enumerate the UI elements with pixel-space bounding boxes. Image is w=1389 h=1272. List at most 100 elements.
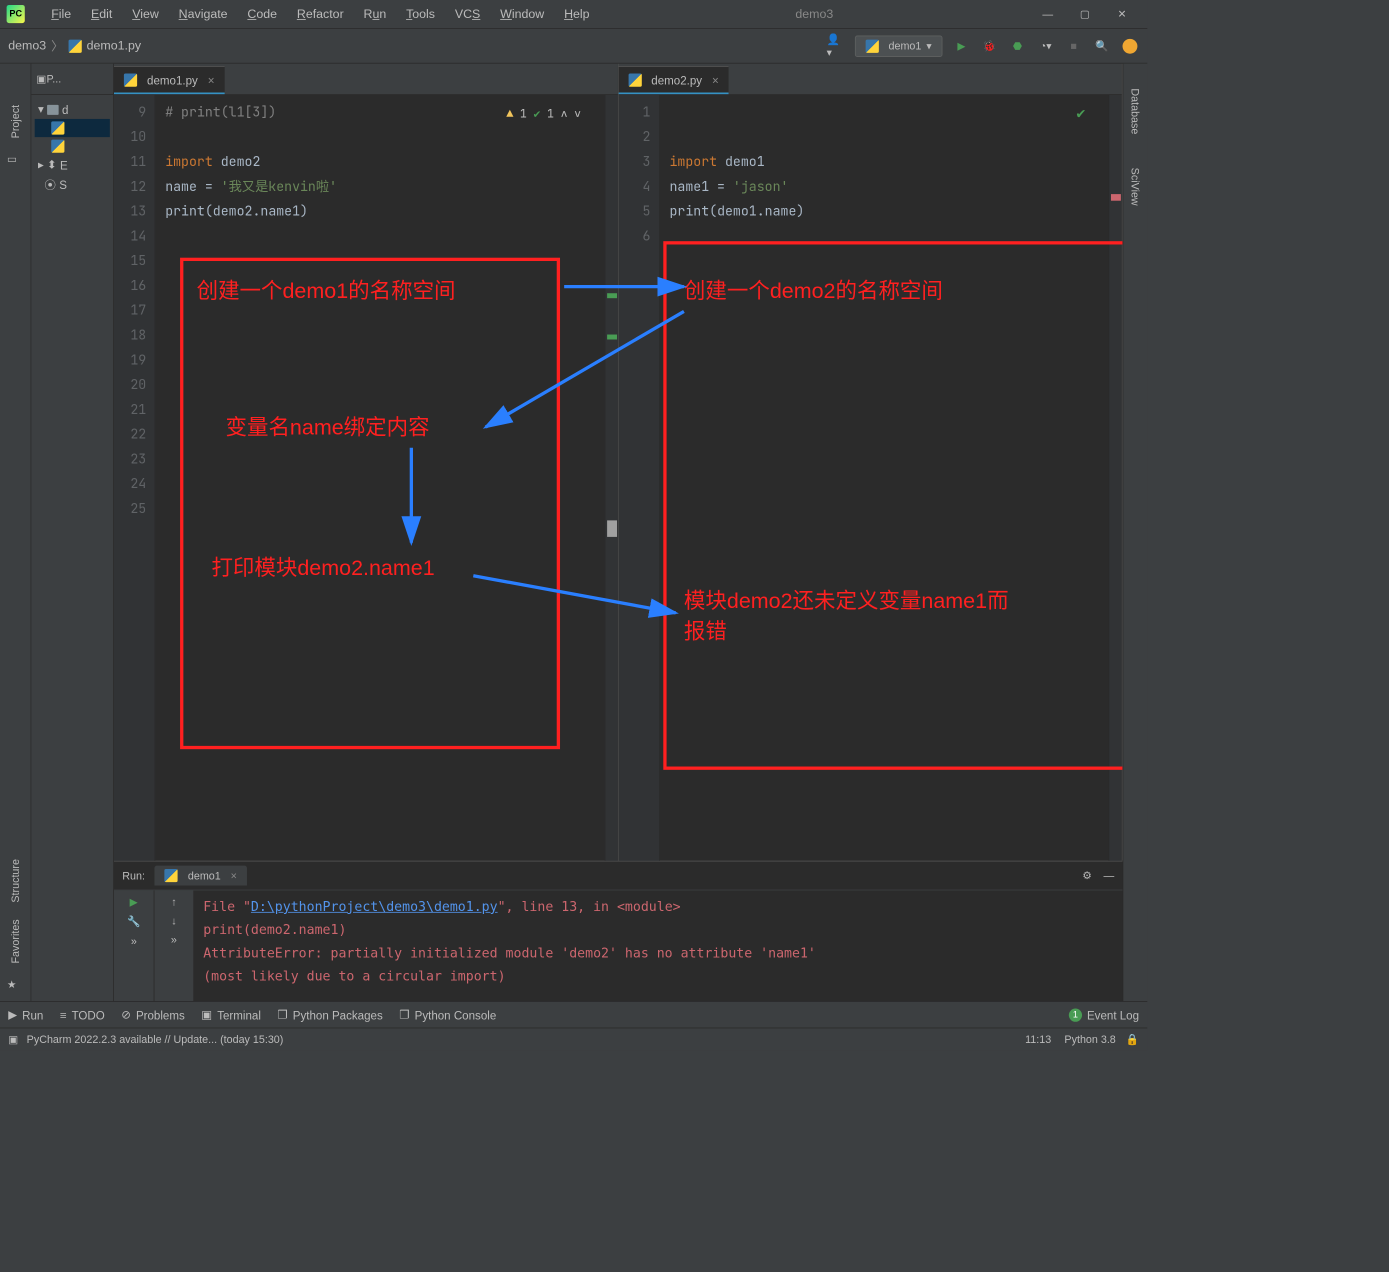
tool-window-bar: ▶ Run ≡ TODO ⊘ Problems ▣ Terminal ❒ Pyt…: [0, 1001, 1147, 1027]
database-tool-button[interactable]: Database: [1129, 80, 1141, 142]
file-tab-demo1[interactable]: demo1.py ×: [114, 66, 224, 94]
more-icon[interactable]: »: [131, 935, 137, 947]
tool-window-toggle-icon[interactable]: ▣: [8, 1033, 18, 1046]
code-editor-right[interactable]: import demo1 name1 = 'jason' print(demo1…: [660, 95, 1109, 861]
next-highlight-icon[interactable]: ∨: [574, 102, 581, 127]
run-output[interactable]: File "D:\pythonProject\demo3\demo1.py", …: [193, 890, 1122, 1001]
status-update[interactable]: PyCharm 2022.2.3 available // Update... …: [27, 1033, 284, 1045]
minimize-panel-icon[interactable]: —: [1104, 869, 1115, 881]
python-file-icon: [68, 39, 81, 52]
close-button[interactable]: ✕: [1104, 2, 1141, 27]
menu-refactor[interactable]: Refactor: [287, 7, 354, 21]
problems-tool-button[interactable]: ⊘ Problems: [121, 1008, 184, 1022]
file-tab-demo2[interactable]: demo2.py ×: [618, 66, 728, 94]
stop-button[interactable]: ■: [1065, 37, 1083, 55]
editor-pane-left: demo1.py × 91011121314151617181920212223…: [114, 64, 618, 861]
prev-highlight-icon[interactable]: ∧: [561, 102, 568, 127]
breadcrumb[interactable]: demo3 〉 demo1.py: [8, 37, 141, 54]
menu-window[interactable]: Window: [490, 7, 554, 21]
run-tool-window: Run: demo1× ⚙ — ▶ 🔧 » ↑ ↓ »: [114, 861, 1123, 1001]
run-tool-button[interactable]: ▶ Run: [8, 1008, 43, 1022]
close-icon[interactable]: ×: [712, 73, 719, 86]
app-icon: PC: [7, 5, 25, 23]
packages-tool-button[interactable]: ❒ Python Packages: [277, 1008, 382, 1022]
close-icon[interactable]: ×: [208, 73, 215, 86]
status-cursor[interactable]: 11:13: [1025, 1033, 1051, 1045]
menu-run[interactable]: Run: [354, 7, 397, 21]
down-icon[interactable]: ↓: [171, 914, 176, 926]
run-config-dropdown[interactable]: demo1 ▾: [855, 35, 943, 56]
status-bar: ▣ PyCharm 2022.2.3 available // Update..…: [0, 1028, 1147, 1051]
left-tool-strip: Project ▭ Structure Favorites ★: [0, 64, 31, 1002]
gear-icon[interactable]: ⚙: [1082, 869, 1092, 882]
project-panel-header[interactable]: ▣ P...: [31, 64, 113, 95]
menu-file[interactable]: File: [41, 7, 81, 21]
run-tab[interactable]: demo1×: [155, 866, 247, 886]
menu-edit[interactable]: Edit: [81, 7, 122, 21]
file-tab-label: demo2.py: [651, 73, 702, 86]
bookmarks-icon[interactable]: ▭: [7, 153, 24, 170]
code-editor-left[interactable]: # print(l1[3]) import demo2 name = '我又是k…: [155, 95, 604, 861]
tree-file-demo1[interactable]: [35, 119, 110, 137]
chevron-right-icon: 〉: [51, 37, 63, 54]
profile-button[interactable]: ◔▾: [1037, 37, 1055, 55]
todo-tool-button[interactable]: ≡ TODO: [60, 1008, 105, 1021]
tree-external[interactable]: ▸ ⬍ E: [35, 155, 110, 174]
event-badge: 1: [1069, 1008, 1082, 1021]
close-icon[interactable]: ×: [231, 869, 237, 881]
python-icon: [865, 39, 878, 52]
coverage-button[interactable]: ⬣: [1009, 37, 1027, 55]
error-stripe[interactable]: [1108, 95, 1121, 861]
run-config-label: demo1: [889, 40, 922, 52]
right-tool-strip: Database SciView: [1123, 64, 1148, 1002]
python-file-icon: [124, 73, 137, 86]
overflow-icon[interactable]: »: [171, 933, 177, 945]
menu-navigate[interactable]: Navigate: [169, 7, 238, 21]
menu-code[interactable]: Code: [237, 7, 286, 21]
menu-view[interactable]: View: [122, 7, 168, 21]
wrench-icon[interactable]: 🔧: [127, 915, 140, 928]
tree-root[interactable]: ▾ d: [35, 100, 110, 119]
tree-scratch[interactable]: ⦿ S: [35, 174, 110, 195]
search-icon[interactable]: 🔍: [1093, 37, 1111, 55]
debug-button[interactable]: 🐞: [980, 37, 998, 55]
project-panel: ▣ P... ▾ d ▸ ⬍ E ⦿ S: [31, 64, 114, 1002]
line-gutter[interactable]: 123456: [618, 95, 659, 861]
project-tool-button[interactable]: Project: [9, 97, 21, 147]
run-label: Run:: [122, 869, 145, 881]
run-button[interactable]: ▶: [952, 37, 970, 55]
terminal-tool-button[interactable]: ▣ Terminal: [201, 1008, 261, 1022]
console-tool-button[interactable]: ❒ Python Console: [399, 1008, 496, 1022]
event-log-button[interactable]: 1 Event Log: [1069, 1008, 1139, 1021]
editor-pane-right: demo2.py × 123456 import demo1 name1 = '…: [618, 64, 1122, 861]
file-tab-label: demo1.py: [147, 73, 198, 86]
user-icon[interactable]: 👤▾: [827, 37, 845, 55]
navigation-bar: demo3 〉 demo1.py 👤▾ demo1 ▾ ▶ 🐞 ⬣ ◔▾ ■ 🔍: [0, 29, 1147, 64]
minimize-button[interactable]: —: [1029, 2, 1066, 27]
tree-file-demo2[interactable]: [35, 137, 110, 155]
menu-tools[interactable]: Tools: [396, 7, 445, 21]
maximize-button[interactable]: ▢: [1066, 2, 1103, 27]
breadcrumb-file[interactable]: demo1.py: [87, 39, 141, 53]
menu-vcs[interactable]: VCS: [445, 7, 490, 21]
menu-help[interactable]: Help: [554, 7, 599, 21]
title-bar: PC File Edit View Navigate Code Refactor…: [0, 0, 1147, 29]
window-title: demo3: [599, 7, 1029, 21]
check-icon[interactable]: ✔: [1076, 102, 1085, 127]
lock-icon[interactable]: 🔒: [1126, 1033, 1139, 1046]
structure-tool-button[interactable]: Structure: [9, 851, 21, 911]
status-interpreter[interactable]: Python 3.8: [1064, 1033, 1115, 1045]
line-gutter[interactable]: 910111213141516171819202122232425: [114, 95, 155, 861]
update-indicator-icon[interactable]: [1121, 37, 1139, 55]
warning-icon[interactable]: ▲: [506, 102, 513, 127]
breadcrumb-root[interactable]: demo3: [8, 39, 46, 53]
up-icon[interactable]: ↑: [171, 895, 176, 907]
error-stripe[interactable]: [604, 95, 617, 861]
favorites-star-icon[interactable]: ★: [7, 978, 24, 995]
favorites-tool-button[interactable]: Favorites: [9, 911, 21, 972]
python-file-icon: [628, 73, 641, 86]
check-icon[interactable]: ✔: [533, 102, 540, 127]
sciview-tool-button[interactable]: SciView: [1129, 159, 1141, 214]
chevron-down-icon: ▾: [926, 39, 931, 52]
rerun-button[interactable]: ▶: [130, 895, 138, 908]
